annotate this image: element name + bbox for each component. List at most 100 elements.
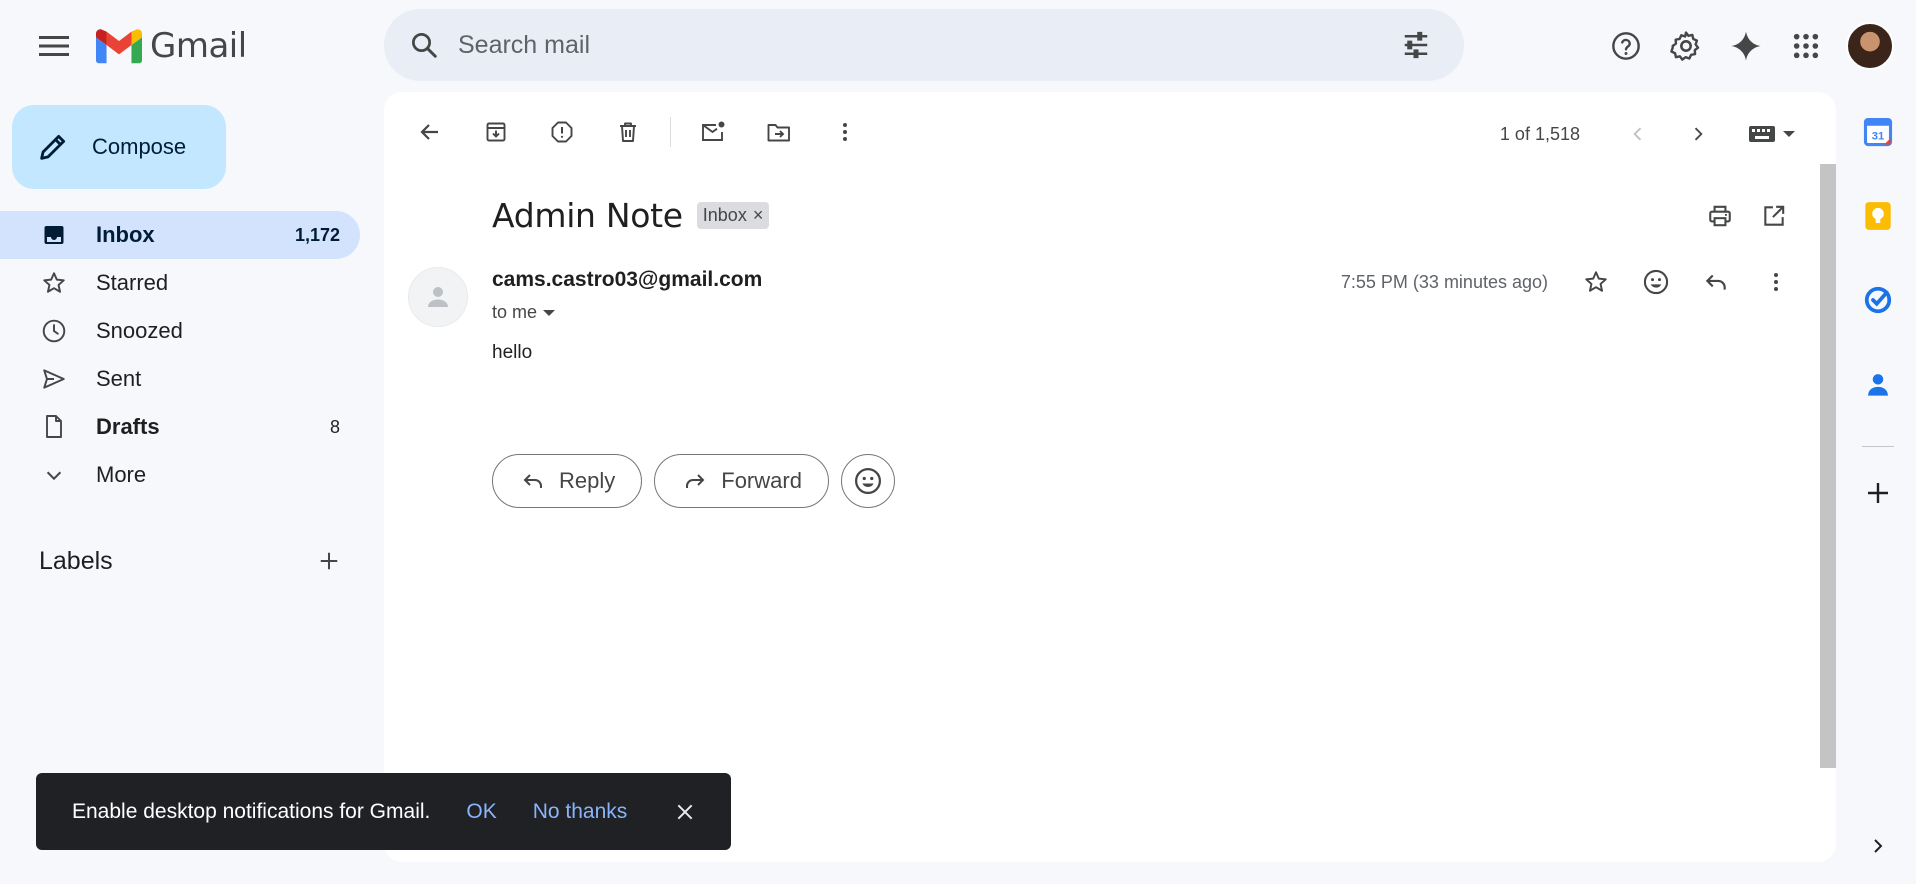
contacts-app-button[interactable] <box>1856 362 1900 406</box>
delete-button[interactable] <box>604 108 652 156</box>
report-spam-button[interactable] <box>538 108 586 156</box>
search-bar[interactable] <box>384 9 1464 81</box>
compose-button[interactable]: Compose <box>12 105 226 189</box>
sidebar-item-drafts[interactable]: Drafts 8 <box>0 403 360 451</box>
sidebar-item-label: Starred <box>96 270 169 295</box>
get-addons-button[interactable] <box>1856 471 1900 515</box>
reply-button[interactable]: Reply <box>492 454 643 508</box>
main-menu-button[interactable] <box>30 22 78 70</box>
inbox-icon <box>40 221 68 249</box>
plus-icon <box>1868 483 1888 503</box>
older-button[interactable] <box>1676 112 1720 156</box>
recipient-details-toggle[interactable]: to me <box>492 302 556 323</box>
report-spam-icon <box>551 121 573 143</box>
apps-grid-icon <box>1793 33 1819 59</box>
sidebar-item-starred[interactable]: Starred <box>0 259 360 307</box>
compose-label: Compose <box>92 134 187 159</box>
label-chip-text: Inbox <box>702 205 747 225</box>
print-icon <box>1709 205 1731 227</box>
sidebar-item-more[interactable]: More <box>0 451 360 499</box>
open-new-window-button[interactable] <box>1752 194 1796 238</box>
sidebar-item-sent[interactable]: Sent <box>0 355 360 403</box>
remove-label-icon[interactable]: × <box>753 205 764 226</box>
draft-file-icon <box>40 413 68 441</box>
mark-unread-button[interactable] <box>689 108 737 156</box>
reply-icon-button[interactable] <box>1694 260 1738 304</box>
search-button[interactable] <box>398 19 450 71</box>
gemini-button[interactable] <box>1720 20 1772 72</box>
move-to-folder-icon <box>767 124 790 142</box>
archive-icon <box>486 122 506 142</box>
sidebar-nav: Inbox 1,172 Starred Snoozed Sent Drafts … <box>0 211 360 499</box>
inbox-unread-count: 1,172 <box>294 224 340 245</box>
emoji-icon <box>854 468 881 494</box>
sidebar-item-label: Inbox <box>96 222 155 247</box>
email-scrollbar[interactable] <box>1820 164 1836 768</box>
email-subject: Admin Note <box>492 196 683 235</box>
archive-button[interactable] <box>472 108 520 156</box>
google-apps-button[interactable] <box>1780 20 1832 72</box>
person-icon <box>428 287 448 307</box>
star-button[interactable] <box>1574 260 1618 304</box>
clock-icon <box>40 317 68 345</box>
sidebar-item-snoozed[interactable]: Snoozed <box>0 307 360 355</box>
move-to-button[interactable] <box>755 108 803 156</box>
close-icon <box>677 804 693 819</box>
snackbar-no-thanks-button[interactable]: No thanks <box>533 800 628 824</box>
show-side-panel-button[interactable] <box>1862 830 1894 862</box>
sidebar-item-label: Sent <box>96 366 142 391</box>
side-panel-divider <box>1862 446 1894 447</box>
more-options-button[interactable] <box>821 108 869 156</box>
sidebar-item-label: Drafts <box>96 414 160 439</box>
caret-down-icon <box>1783 131 1795 137</box>
chevron-right-icon <box>1694 127 1703 141</box>
email-toolbar <box>406 104 887 160</box>
tasks-app-button[interactable] <box>1856 278 1900 322</box>
sidebar-item-inbox[interactable]: Inbox 1,172 <box>0 211 360 259</box>
more-vertical-icon <box>1774 273 1778 291</box>
snackbar-close-button[interactable] <box>669 796 701 828</box>
labels-heading: Labels <box>39 546 113 575</box>
settings-button[interactable] <box>1660 20 1712 72</box>
message-more-button[interactable] <box>1754 260 1798 304</box>
input-tools-button[interactable] <box>1748 125 1796 143</box>
search-icon <box>412 33 437 58</box>
tasks-check-icon <box>1864 286 1892 314</box>
sender-email[interactable]: cams.castro03@gmail.com <box>492 268 762 292</box>
chevron-left-icon <box>1633 127 1642 141</box>
subject-row: Admin Note Inbox × <box>492 196 770 235</box>
hamburger-icon <box>39 36 69 56</box>
emoji-reaction-button[interactable] <box>840 454 895 508</box>
reply-icon <box>523 474 542 488</box>
plus-icon <box>320 552 338 570</box>
snackbar-ok-button[interactable]: OK <box>466 800 496 824</box>
email-view: 1 of 1,518 Admin Note Inbox × cams.castr… <box>384 92 1836 862</box>
calendar-app-button[interactable]: 31 <box>1856 110 1900 154</box>
sidebar-item-label: More <box>96 462 147 487</box>
keep-app-button[interactable] <box>1856 194 1900 238</box>
snackbar-message: Enable desktop notifications for Gmail. <box>72 799 431 823</box>
forward-button[interactable]: Forward <box>654 454 829 508</box>
account-avatar[interactable] <box>1846 22 1894 70</box>
email-body: hello <box>492 342 533 363</box>
gmail-logo[interactable]: Gmail <box>96 26 247 66</box>
forward-icon <box>686 474 705 488</box>
add-reaction-button[interactable] <box>1634 260 1678 304</box>
label-chip: Inbox × <box>696 202 770 229</box>
drafts-count: 8 <box>329 416 340 437</box>
sidebar-item-label: Snoozed <box>96 318 183 343</box>
sender-avatar[interactable] <box>408 267 468 327</box>
create-label-button[interactable] <box>309 541 349 581</box>
search-options-button[interactable] <box>1390 19 1442 71</box>
notification-snackbar: Enable desktop notifications for Gmail. … <box>36 773 731 850</box>
back-to-inbox-button[interactable] <box>406 108 454 156</box>
open-in-new-icon <box>1764 205 1785 226</box>
support-button[interactable] <box>1600 20 1652 72</box>
newer-button[interactable] <box>1616 112 1660 156</box>
chevron-right-icon <box>1874 839 1883 853</box>
tune-icon <box>1404 31 1428 59</box>
search-input[interactable] <box>458 30 1390 60</box>
svg-text:31: 31 <box>1872 131 1885 143</box>
print-all-button[interactable] <box>1698 194 1742 238</box>
trash-icon <box>620 122 636 142</box>
